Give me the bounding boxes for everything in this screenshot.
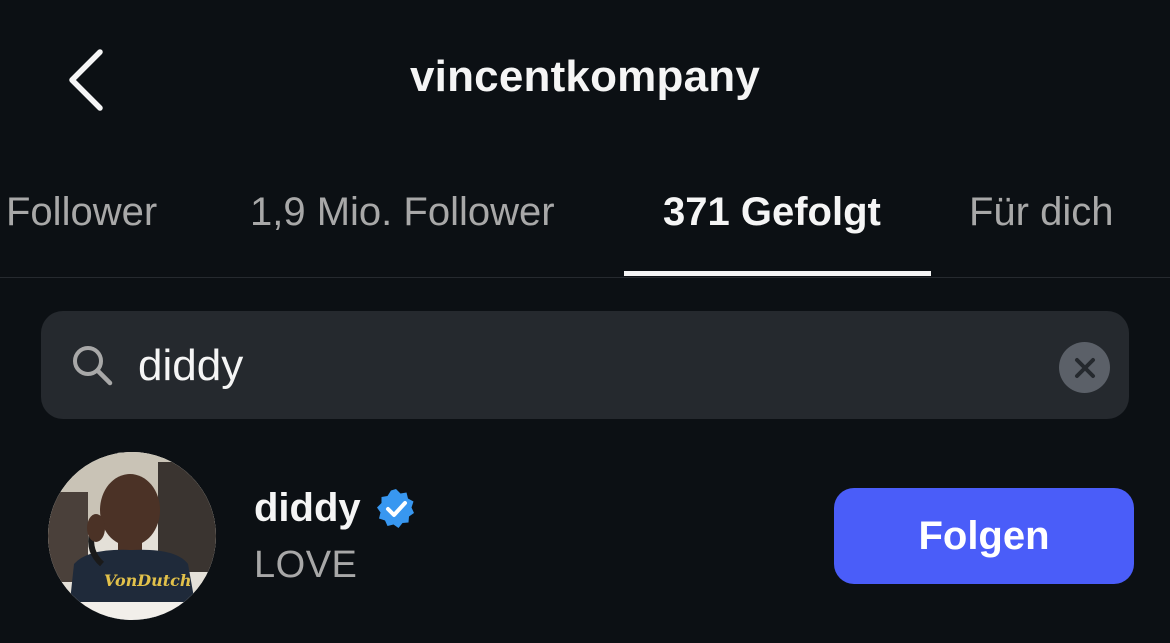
username[interactable]: diddy (254, 486, 361, 531)
clear-icon (1074, 357, 1095, 378)
clear-search-button[interactable] (1059, 342, 1110, 393)
avatar-shirt-text: VonDutch (104, 571, 192, 590)
avatar[interactable]: VonDutch (48, 452, 216, 620)
avatar-image: VonDutch (48, 452, 216, 620)
tab-followers-count[interactable]: 1,9 Mio. Follower (250, 190, 555, 235)
verified-badge-icon (377, 489, 414, 528)
active-tab-indicator (624, 271, 931, 276)
page-title: vincentkompany (409, 52, 760, 101)
tab-following[interactable]: 371 Gefolgt (663, 190, 881, 235)
search-input[interactable] (138, 338, 1018, 394)
list-item[interactable]: VonDutch diddy LOVE Folgen (0, 440, 1170, 640)
tab-for-you[interactable]: Für dich (969, 190, 1114, 235)
following-screen: vincentkompany Follower 1,9 Mio. Followe… (0, 0, 1170, 643)
header: vincentkompany (0, 0, 1170, 160)
follow-button[interactable]: Folgen (834, 488, 1134, 584)
tab-follower[interactable]: Follower (6, 190, 157, 235)
search-icon (73, 346, 113, 386)
full-name: LOVE (254, 544, 358, 586)
tab-bar: Follower 1,9 Mio. Follower 371 Gefolgt F… (0, 160, 1170, 278)
